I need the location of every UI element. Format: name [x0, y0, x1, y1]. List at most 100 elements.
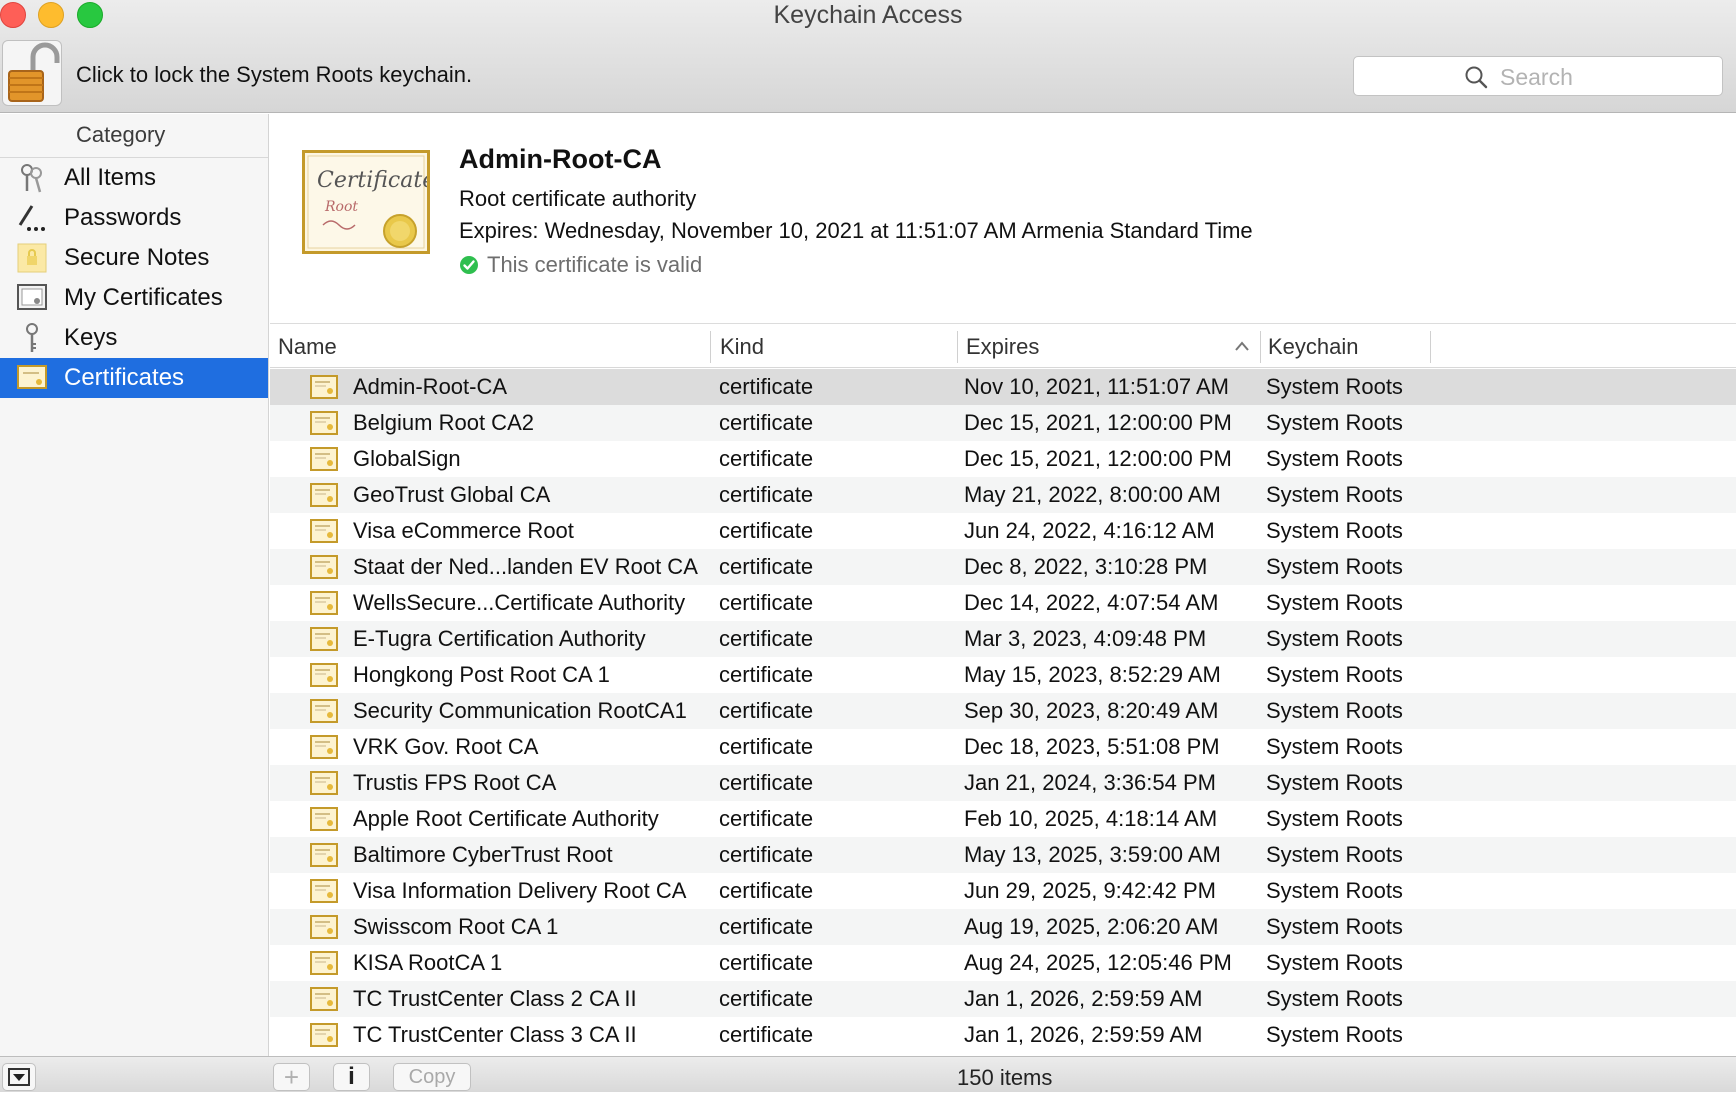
row-keychain: System Roots	[1266, 914, 1403, 939]
row-kind: certificate	[719, 734, 814, 759]
table-row[interactable]: E-Tugra Certification Authority certific…	[270, 621, 1736, 657]
sidebar-item-certificates[interactable]: Certificates	[0, 358, 268, 398]
table-row[interactable]: Baltimore CyberTrust Root certificate Ma…	[270, 837, 1736, 873]
sidebar-item-label: Passwords	[64, 204, 182, 231]
table-row[interactable]: Trustis FPS Root CA certificate Jan 21, …	[270, 765, 1736, 801]
add-item-button[interactable]: +	[273, 1062, 310, 1092]
get-info-button[interactable]: i	[333, 1063, 370, 1091]
row-name: TC TrustCenter Class 3 CA II	[353, 1022, 637, 1047]
row-kind: certificate	[719, 662, 814, 687]
row-name: Belgium Root CA2	[353, 410, 534, 435]
row-kind: certificate	[719, 554, 814, 579]
table-row[interactable]: VRK Gov. Root CA certificate Dec 18, 202…	[270, 729, 1736, 765]
table-rows: Admin-Root-CA certificate Nov 10, 2021, …	[270, 369, 1736, 1053]
row-kind: certificate	[719, 482, 814, 507]
row-kind: certificate	[719, 806, 814, 831]
table-row[interactable]: Admin-Root-CA certificate Nov 10, 2021, …	[270, 369, 1736, 405]
certificate-icon	[0, 365, 64, 391]
row-name: Staat der Ned...landen EV Root CA	[353, 554, 698, 579]
certificate-icon	[310, 627, 338, 651]
certificate-icon	[310, 735, 338, 759]
table-row[interactable]: TC TrustCenter Class 3 CA II certificate…	[270, 1017, 1736, 1053]
certificate-detail-pane: Certificate Root Admin-Root-CA Root cert…	[270, 114, 1736, 324]
row-name: GlobalSign	[353, 446, 461, 471]
row-kind: certificate	[719, 878, 814, 903]
table-row[interactable]: Staat der Ned...landen EV Root CA certif…	[270, 549, 1736, 585]
row-kind: certificate	[719, 914, 814, 939]
row-name: Visa Information Delivery Root CA	[353, 878, 687, 903]
certificate-image-subtitle: Root	[324, 199, 358, 215]
certificate-icon	[310, 375, 338, 399]
row-expires: Dec 8, 2022, 3:10:28 PM	[964, 554, 1208, 579]
column-divider[interactable]	[957, 331, 958, 363]
row-name: E-Tugra Certification Authority	[353, 626, 646, 651]
table-row[interactable]: Hongkong Post Root CA 1 certificate May …	[270, 657, 1736, 693]
row-expires: May 13, 2025, 3:59:00 AM	[964, 842, 1221, 867]
row-name: Trustis FPS Root CA	[353, 770, 557, 795]
table-row[interactable]: Belgium Root CA2 certificate Dec 15, 202…	[270, 405, 1736, 441]
row-keychain: System Roots	[1266, 950, 1403, 975]
sidebar-item-secure-notes[interactable]: Secure Notes	[0, 238, 268, 278]
row-keychain: System Roots	[1266, 986, 1403, 1011]
sidebar-item-label: All Items	[64, 164, 157, 191]
column-divider[interactable]	[710, 331, 711, 363]
column-header-name[interactable]: Name	[278, 325, 337, 368]
copy-button[interactable]: Copy	[393, 1063, 471, 1091]
certificate-icon	[310, 591, 338, 615]
row-kind: certificate	[719, 986, 814, 1011]
row-expires: Nov 10, 2021, 11:51:07 AM	[964, 374, 1229, 399]
status-bar: + i Copy 150 items	[0, 1056, 1736, 1092]
row-keychain: System Roots	[1266, 482, 1403, 507]
certificate-expiration: Expires: Wednesday, November 10, 2021 at…	[459, 218, 1253, 243]
sidebar-item-passwords[interactable]: Passwords	[0, 198, 268, 238]
certificate-icon	[310, 879, 338, 903]
column-divider[interactable]	[1260, 331, 1261, 363]
lock-keychain-button[interactable]	[2, 40, 62, 106]
row-keychain: System Roots	[1266, 806, 1403, 831]
row-expires: May 21, 2022, 8:00:00 AM	[964, 482, 1221, 507]
row-keychain: System Roots	[1266, 1022, 1403, 1047]
table-row[interactable]: Security Communication RootCA1 certifica…	[270, 693, 1736, 729]
unlocked-padlock-icon	[8, 42, 60, 102]
sidebar-item-label: Secure Notes	[64, 244, 210, 271]
sidebar-item-keys[interactable]: Keys	[0, 318, 268, 358]
row-name: GeoTrust Global CA	[353, 482, 551, 507]
column-header-expires[interactable]: Expires	[966, 325, 1039, 368]
row-keychain: System Roots	[1266, 878, 1403, 903]
row-kind: certificate	[719, 950, 814, 975]
certificate-kind-description: Root certificate authority	[459, 186, 697, 211]
certificate-icon	[310, 483, 338, 507]
table-row[interactable]: GeoTrust Global CA certificate May 21, 2…	[270, 477, 1736, 513]
table-row[interactable]: Visa eCommerce Root certificate Jun 24, …	[270, 513, 1736, 549]
sidebar-menu-button[interactable]	[2, 1063, 36, 1091]
row-keychain: System Roots	[1266, 734, 1403, 759]
row-expires: Jan 21, 2024, 3:36:54 PM	[964, 770, 1216, 795]
table-row[interactable]: TC TrustCenter Class 2 CA II certificate…	[270, 981, 1736, 1017]
table-row[interactable]: Visa Information Delivery Root CA certif…	[270, 873, 1736, 909]
column-header-keychain[interactable]: Keychain	[1268, 325, 1359, 368]
certificate-icon	[310, 915, 338, 939]
certificate-icon	[310, 555, 338, 579]
row-keychain: System Roots	[1266, 662, 1403, 687]
table-row[interactable]: Swisscom Root CA 1 certificate Aug 19, 2…	[270, 909, 1736, 945]
column-divider[interactable]	[1430, 331, 1431, 363]
pencil-icon	[0, 203, 64, 233]
column-header-kind[interactable]: Kind	[720, 325, 764, 368]
certificate-status: This certificate is valid	[459, 252, 702, 278]
table-row[interactable]: GlobalSign certificate Dec 15, 2021, 12:…	[270, 441, 1736, 477]
row-name: TC TrustCenter Class 2 CA II	[353, 986, 637, 1011]
certificate-status-text: This certificate is valid	[487, 252, 703, 277]
table-row[interactable]: Apple Root Certificate Authority certifi…	[270, 801, 1736, 837]
search-input[interactable]: Search	[1353, 56, 1723, 96]
row-expires: Sep 30, 2023, 8:20:49 AM	[964, 698, 1219, 723]
row-keychain: System Roots	[1266, 698, 1403, 723]
row-kind: certificate	[719, 626, 814, 651]
row-expires: Feb 10, 2025, 4:18:14 AM	[964, 806, 1218, 831]
sidebar-item-my-certificates[interactable]: My Certificates	[0, 278, 268, 318]
row-keychain: System Roots	[1266, 770, 1403, 795]
row-name: Security Communication RootCA1	[353, 698, 687, 723]
table-row[interactable]: KISA RootCA 1 certificate Aug 24, 2025, …	[270, 945, 1736, 981]
sidebar-item-all-items[interactable]: All Items	[0, 158, 268, 198]
row-name: VRK Gov. Root CA	[353, 734, 539, 759]
table-row[interactable]: WellsSecure...Certificate Authority cert…	[270, 585, 1736, 621]
